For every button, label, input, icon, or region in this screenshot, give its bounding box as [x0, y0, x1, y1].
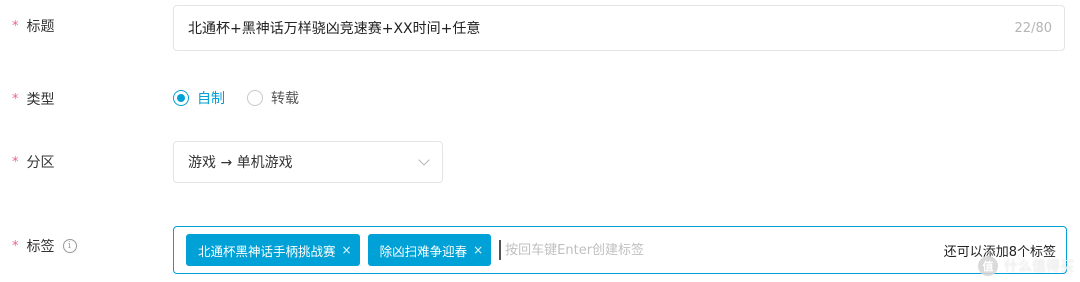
required-mark: *	[12, 154, 19, 170]
type-label-group: * 类型	[12, 89, 55, 109]
watermark-text: 什么值得买	[1004, 259, 1074, 275]
radio-original[interactable]: 自制	[173, 88, 225, 108]
title-char-count: 22/80	[1014, 20, 1052, 36]
radio-dot-icon	[247, 90, 263, 106]
tags-label: 标签	[26, 239, 55, 255]
radio-original-label: 自制	[197, 91, 225, 107]
radio-repost[interactable]: 转载	[247, 88, 299, 108]
radio-dot-icon	[173, 90, 189, 106]
tag-remove-icon[interactable]: ×	[342, 243, 352, 257]
chevron-down-icon	[418, 154, 430, 166]
tags-field[interactable]: 北通杯黑神话手柄挑战赛 × 除凶扫难争迎春 × 还可以添加8个标签	[173, 226, 1067, 274]
tag-input[interactable]	[499, 240, 936, 260]
zone-select-value: 游戏 → 单机游戏	[188, 155, 293, 171]
tag-chip: 北通杯黑神话手柄挑战赛 ×	[186, 234, 360, 266]
required-mark: *	[12, 238, 19, 254]
title-input-value: 北通杯+黑神话万样骁凶竞速赛+XX时间+任意	[188, 21, 481, 37]
zone-label-group: * 分区	[12, 152, 55, 172]
watermark: 值 什么值得买	[978, 256, 1074, 276]
type-radio-group: 自制 转载	[173, 88, 299, 108]
info-icon[interactable]: i	[62, 239, 77, 253]
type-label: 类型	[26, 92, 55, 108]
title-label: 标题	[26, 19, 55, 35]
watermark-logo-icon: 值	[978, 256, 998, 276]
required-mark: *	[12, 18, 19, 34]
title-label-group: * 标题	[12, 16, 55, 36]
radio-repost-label: 转载	[271, 91, 299, 107]
tags-label-group: * 标签 i	[12, 236, 77, 256]
tag-chip-label: 除凶扫难争迎春	[379, 243, 468, 259]
title-input[interactable]: 北通杯+黑神话万样骁凶竞速赛+XX时间+任意 22/80	[173, 5, 1065, 51]
required-mark: *	[12, 91, 19, 107]
tag-remove-icon[interactable]: ×	[473, 243, 483, 257]
zone-label: 分区	[26, 155, 55, 171]
tag-chip: 除凶扫难争迎春 ×	[367, 234, 492, 266]
zone-select[interactable]: 游戏 → 单机游戏	[173, 141, 443, 183]
tag-chip-label: 北通杯黑神话手柄挑战赛	[198, 243, 336, 259]
